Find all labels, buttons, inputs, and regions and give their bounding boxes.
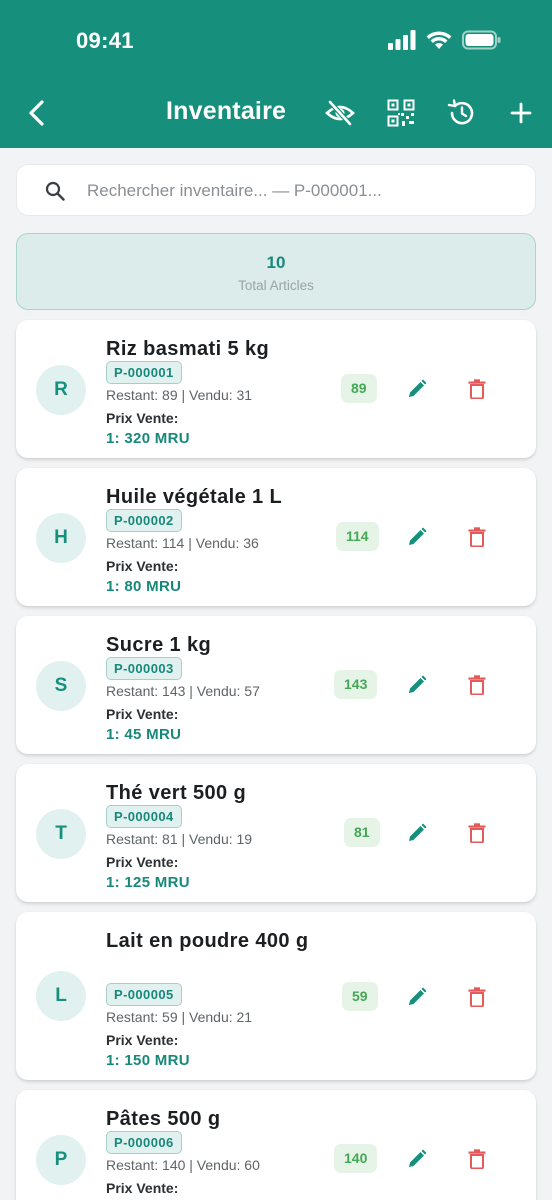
stock-info: Restant: 59 | Vendu: 21 xyxy=(106,1009,253,1025)
avatar: H xyxy=(36,513,86,563)
product-card[interactable]: L Lait en poudre 400 g P-000005 Restant:… xyxy=(16,912,536,1080)
delete-button[interactable] xyxy=(462,818,492,848)
price-value: 1: 45 MRU xyxy=(106,726,182,743)
summary-card: 10 Total Articles xyxy=(16,233,536,310)
price-label: Prix Vente: xyxy=(106,410,179,426)
avatar: S xyxy=(36,661,86,711)
stock-info: Restant: 81 | Vendu: 19 xyxy=(106,831,253,847)
sku-badge: P-000003 xyxy=(106,657,182,680)
price-value: 1: 80 MRU xyxy=(106,578,182,595)
add-button[interactable] xyxy=(503,96,539,130)
trash-icon xyxy=(468,527,486,547)
search-icon xyxy=(45,181,65,206)
delete-button[interactable] xyxy=(462,374,492,404)
qr-code-icon xyxy=(387,99,415,127)
delete-button[interactable] xyxy=(462,1144,492,1174)
pencil-icon xyxy=(409,379,427,397)
trash-icon xyxy=(468,1149,486,1169)
quantity-badge: 59 xyxy=(342,982,378,1011)
product-name: Sucre 1 kg xyxy=(106,634,212,656)
sku-badge: P-000006 xyxy=(106,1131,182,1154)
price-label: Prix Vente: xyxy=(106,1180,179,1196)
price-value: 1: 320 MRU xyxy=(106,430,190,447)
pencil-icon xyxy=(409,823,427,841)
pencil-icon xyxy=(409,987,427,1005)
pencil-icon xyxy=(409,1149,427,1167)
price-label: Prix Vente: xyxy=(106,854,179,870)
edit-button[interactable] xyxy=(402,982,432,1012)
sku-badge: P-000005 xyxy=(106,983,182,1006)
edit-button[interactable] xyxy=(402,522,432,552)
delete-button[interactable] xyxy=(462,982,492,1012)
trash-icon xyxy=(468,675,486,695)
add-icon xyxy=(510,102,532,124)
avatar: P xyxy=(36,1135,86,1185)
pencil-icon xyxy=(409,675,427,693)
product-name: Lait en poudre 400 g xyxy=(106,930,309,952)
quantity-badge: 89 xyxy=(341,374,377,403)
stock-info: Restant: 143 | Vendu: 57 xyxy=(106,683,260,699)
sku-badge: P-000001 xyxy=(106,361,182,384)
edit-button[interactable] xyxy=(402,670,432,700)
stock-info: Restant: 89 | Vendu: 31 xyxy=(106,387,253,403)
delete-button[interactable] xyxy=(462,670,492,700)
wifi-icon xyxy=(426,30,452,55)
total-articles-label: Total Articles xyxy=(238,278,314,293)
edit-button[interactable] xyxy=(402,818,432,848)
history-icon xyxy=(447,99,474,125)
product-card[interactable]: P Pâtes 500 g P-000006 Restant: 140 | Ve… xyxy=(16,1090,536,1200)
product-name: Thé vert 500 g xyxy=(106,782,247,804)
search-bar[interactable] xyxy=(16,164,536,217)
avatar: R xyxy=(36,365,86,415)
avatar: L xyxy=(36,971,86,1021)
total-articles-count: 10 xyxy=(266,253,286,272)
trash-icon xyxy=(468,987,486,1007)
quantity-badge: 140 xyxy=(334,1144,378,1173)
edit-button[interactable] xyxy=(402,374,432,404)
quantity-badge: 114 xyxy=(336,522,379,551)
product-card[interactable]: S Sucre 1 kg P-000003 Restant: 143 | Ven… xyxy=(16,616,536,754)
toggle-visibility-button[interactable] xyxy=(322,96,358,130)
price-label: Prix Vente: xyxy=(106,706,179,722)
edit-button[interactable] xyxy=(402,1144,432,1174)
page-title: Inventaire xyxy=(166,97,287,125)
battery-icon xyxy=(462,30,502,55)
visibility-off-icon xyxy=(325,100,355,126)
stock-info: Restant: 114 | Vendu: 36 xyxy=(106,535,259,551)
signal-icon xyxy=(388,30,416,55)
product-card[interactable]: R Riz basmati 5 kg P-000001 Restant: 89 … xyxy=(16,320,536,458)
trash-icon xyxy=(468,379,486,399)
sku-badge: P-000002 xyxy=(106,509,182,532)
product-name: Riz basmati 5 kg xyxy=(106,338,270,360)
scan-qr-button[interactable] xyxy=(383,96,419,130)
avatar: T xyxy=(36,809,86,859)
quantity-badge: 81 xyxy=(344,818,380,847)
status-icons xyxy=(388,30,502,55)
back-button[interactable] xyxy=(22,96,50,130)
product-name: Pâtes 500 g xyxy=(106,1108,221,1130)
price-label: Prix Vente: xyxy=(106,558,179,574)
delete-button[interactable] xyxy=(462,522,492,552)
status-time: 09:41 xyxy=(76,28,134,53)
history-button[interactable] xyxy=(443,96,479,130)
search-input[interactable] xyxy=(87,165,527,217)
app-header: 09:41 Inventaire xyxy=(0,0,552,148)
pencil-icon xyxy=(409,527,427,545)
chevron-left-icon xyxy=(29,100,44,126)
product-card[interactable]: T Thé vert 500 g P-000004 Restant: 81 | … xyxy=(16,764,536,902)
price-label: Prix Vente: xyxy=(106,1032,179,1048)
trash-icon xyxy=(468,823,486,843)
product-card[interactable]: H Huile végétale 1 L P-000002 Restant: 1… xyxy=(16,468,536,606)
quantity-badge: 143 xyxy=(334,670,378,699)
product-name: Huile végétale 1 L xyxy=(106,486,283,508)
sku-badge: P-000004 xyxy=(106,805,182,828)
stock-info: Restant: 140 | Vendu: 60 xyxy=(106,1157,260,1173)
price-value: 1: 150 MRU xyxy=(106,1052,190,1069)
price-value: 1: 125 MRU xyxy=(106,874,190,891)
